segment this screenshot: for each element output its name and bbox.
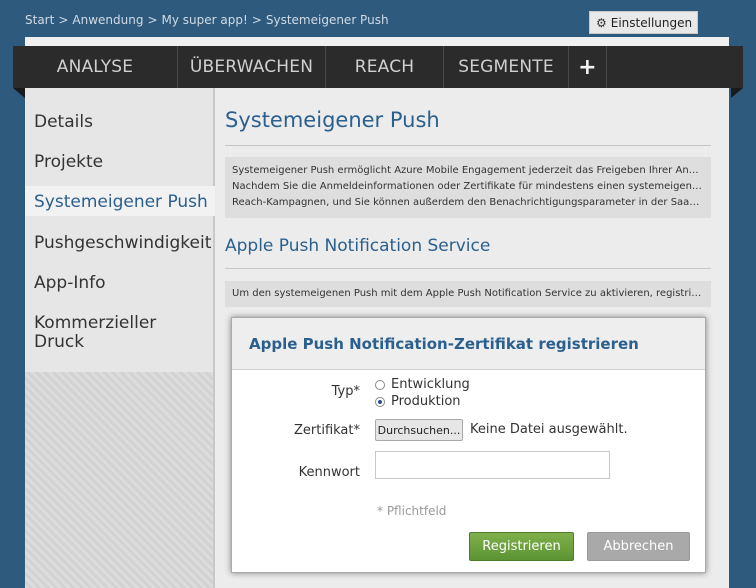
radio-option-production[interactable]: Produktion — [375, 394, 461, 409]
browse-file-button[interactable]: Durchsuchen... — [375, 419, 463, 441]
sidebar: Details Projekte Systemeigener Push Push… — [25, 88, 215, 588]
radio-label-production: Produktion — [391, 394, 461, 409]
section-info-box: Um den systemeigenen Push mit dem Apple … — [225, 281, 711, 307]
intro-line: Systemeigener Push ermöglicht Azure Mobi… — [232, 165, 704, 176]
register-certificate-dialog: Apple Push Notification-Zertifikat regis… — [231, 317, 706, 573]
cancel-button[interactable]: Abbrechen — [587, 532, 690, 561]
section-title: Apple Push Notification Service — [225, 236, 491, 256]
intro-text-box: Systemeigener Push ermöglicht Azure Mobi… — [225, 157, 711, 218]
dialog-title: Apple Push Notification-Zertifikat regis… — [249, 334, 639, 353]
settings-label: Einstellungen — [610, 15, 693, 30]
sidebar-item-push-speed[interactable]: Pushgeschwindigkeit — [34, 234, 211, 253]
nav-tab-reach[interactable]: REACH — [326, 46, 444, 88]
radio-label-development: Entwicklung — [391, 377, 470, 392]
password-input[interactable] — [375, 451, 610, 479]
page-title: Systemeigener Push — [225, 108, 440, 132]
main-nav: ANALYSE ÜBERWACHEN REACH SEGMENTE + — [13, 46, 743, 88]
breadcrumb-app[interactable]: My super app! — [162, 13, 248, 27]
sidebar-item-native-push[interactable]: Systemeigener Push — [34, 193, 208, 212]
breadcrumb: Start > Anwendung > My super app! > Systemeige… — [25, 13, 389, 31]
radio-option-development[interactable]: Entwicklung — [375, 377, 470, 392]
sidebar-item-app-info[interactable]: App-Info — [34, 274, 106, 293]
add-tab-button[interactable]: + — [569, 46, 607, 88]
nav-tab-analyse[interactable]: ANALYSE — [13, 46, 178, 88]
password-label: Kennwort — [298, 465, 360, 480]
certificate-label: Zertifikat* — [293, 423, 360, 438]
settings-button[interactable]: ⚙ Einstellungen — [589, 11, 698, 34]
type-label: Typ* — [331, 384, 360, 399]
breadcrumb-application[interactable]: Anwendung — [72, 13, 143, 27]
intro-line: Reach-Kampagnen, und Sie können außerdem… — [232, 197, 704, 208]
file-status-text: Keine Datei ausgewählt. — [470, 422, 628, 437]
title-divider — [225, 145, 711, 146]
sidebar-item-commercial-print[interactable]: Kommerzieller Druck — [34, 314, 184, 352]
radio-button-production[interactable] — [375, 396, 385, 407]
breadcrumb-separator: > — [147, 13, 158, 27]
nav-tab-ueberwachen[interactable]: ÜBERWACHEN — [178, 46, 326, 88]
nav-top-strip — [25, 37, 729, 46]
sidebar-item-projects[interactable]: Projekte — [34, 153, 103, 172]
radio-button-development[interactable] — [375, 379, 385, 390]
nav-fold-right — [731, 88, 743, 98]
section-divider — [225, 268, 711, 269]
section-info-text: Um den systemeigenen Push mit dem Apple … — [232, 288, 704, 299]
register-button[interactable]: Registrieren — [469, 532, 574, 561]
required-field-note: * Pflichtfeld — [377, 504, 447, 518]
breadcrumb-start[interactable]: Start — [25, 13, 54, 27]
sidebar-item-details[interactable]: Details — [34, 113, 93, 132]
dialog-header: Apple Push Notification-Zertifikat regis… — [232, 318, 705, 370]
nav-tab-segmente[interactable]: SEGMENTE — [444, 46, 569, 88]
intro-line: Nachdem Sie die Anmeldeinformationen ode… — [232, 181, 704, 192]
breadcrumb-current: Systemeigener Push — [265, 13, 389, 27]
gear-icon: ⚙ — [596, 15, 607, 30]
nav-fold-left — [13, 88, 25, 98]
breadcrumb-separator: > — [58, 13, 69, 27]
breadcrumb-separator: > — [251, 13, 262, 27]
